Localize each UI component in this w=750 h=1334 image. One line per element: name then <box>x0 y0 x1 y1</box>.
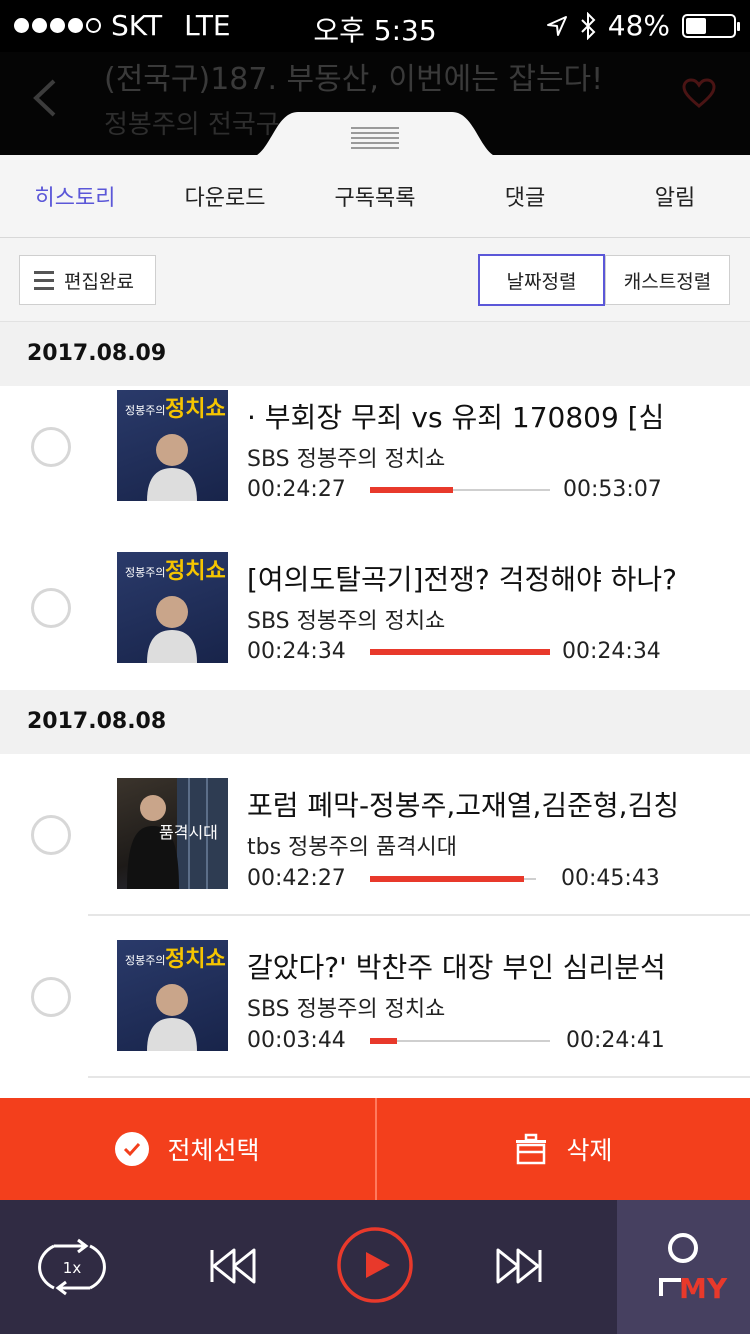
episode-thumbnail: 정봉주의 정치쇼 <box>117 552 228 663</box>
select-all-button[interactable]: 전체선택 <box>0 1098 375 1200</box>
location-icon <box>546 15 567 36</box>
episode-title: · 부회장 무죄 vs 유죄 170809 [심 <box>247 401 665 434</box>
show-name: SBS 정봉주의 정치쇼 <box>247 997 446 1022</box>
thumb-show: 품격시대 <box>159 823 218 842</box>
divider <box>88 1076 750 1078</box>
list-icon <box>34 270 54 290</box>
total-time: 00:45:43 <box>561 866 660 891</box>
progress-bar <box>370 487 550 493</box>
show-name: SBS 정봉주의 정치쇼 <box>247 447 446 472</box>
delete-button[interactable]: 삭제 <box>375 1098 750 1200</box>
status-right: 48% <box>546 9 740 42</box>
progress-bar <box>370 1038 550 1044</box>
episode-title: [여의도탈곡기]전쟁? 걱정해야 하나? <box>247 563 678 596</box>
list-item[interactable]: 정봉주의 정치쇼 갈았다?' 박찬주 대장 부인 심리분석 SBS 정봉주의 정… <box>0 916 750 1078</box>
tab-bar: 히스토리 다운로드 구독목록 댓글 알림 <box>0 160 750 238</box>
current-time: 00:03:44 <box>247 1028 346 1053</box>
date-header: 2017.08.08 <box>0 690 750 754</box>
bluetooth-icon <box>581 11 596 40</box>
mini-player: 1x MY <box>0 1200 750 1334</box>
current-time: 00:24:27 <box>247 477 346 502</box>
progress-bar <box>370 876 536 882</box>
select-radio[interactable] <box>31 427 71 467</box>
episode-thumbnail: 정봉주의 정치쇼 <box>117 940 228 1051</box>
date-header: 2017.08.09 <box>0 322 750 386</box>
heart-icon[interactable] <box>682 78 716 108</box>
thumb-host: 정봉주의 <box>125 954 165 967</box>
thumb-show: 정치쇼 <box>165 947 226 972</box>
list-toolbar: 편집완료 날짜정렬 캐스트정렬 <box>0 238 750 322</box>
episode-thumbnail: 정봉주의 정치쇼 <box>117 390 228 501</box>
select-radio[interactable] <box>31 815 71 855</box>
episode-title: 갈았다?' 박찬주 대장 부인 심리분석 <box>247 951 666 984</box>
tab-download[interactable]: 다운로드 <box>150 160 300 238</box>
my-page-button[interactable]: MY <box>617 1200 750 1334</box>
thumb-host: 정봉주의 <box>125 404 165 417</box>
profile-icon: MY <box>659 1233 728 1302</box>
drawer-handle-icon[interactable] <box>248 112 502 158</box>
thumb-show: 정치쇼 <box>165 559 226 584</box>
show-name: tbs 정봉주의 품격시대 <box>247 835 457 860</box>
current-time: 00:42:27 <box>247 866 346 891</box>
select-radio[interactable] <box>31 977 71 1017</box>
status-bar: SKT LTE 오후 5:35 48% <box>0 0 750 52</box>
back-icon[interactable] <box>30 78 60 118</box>
battery-icon <box>682 13 740 38</box>
my-label: MY <box>679 1272 728 1302</box>
next-icon[interactable] <box>494 1248 544 1284</box>
episode-title: 포럼 폐막-정봉주,고재열,김준형,김칭 <box>247 789 680 822</box>
edit-done-button[interactable]: 편집완료 <box>19 255 156 305</box>
select-all-label: 전체선택 <box>167 1136 260 1165</box>
delete-label: 삭제 <box>566 1136 613 1165</box>
tab-comments[interactable]: 댓글 <box>450 160 600 238</box>
thumb-show: 정치쇼 <box>165 397 226 422</box>
list-item[interactable]: 정봉주의 정치쇼 · 부회장 무죄 vs 유죄 170809 [심 SBS 정봉… <box>0 386 750 548</box>
trash-icon <box>516 1133 547 1165</box>
episode-title: (전국구)187. 부동산, 이번에는 잡는다! <box>104 62 604 97</box>
select-radio[interactable] <box>31 588 71 628</box>
battery-percent: 48% <box>607 9 670 42</box>
list-item[interactable]: 품격시대 포럼 폐막-정봉주,고재열,김준형,김칭 tbs 정봉주의 품격시대 … <box>0 754 750 916</box>
thumb-host: 정봉주의 <box>125 566 165 579</box>
edit-done-label: 편집완료 <box>64 270 134 293</box>
sort-by-date-button[interactable]: 날짜정렬 <box>478 254 605 306</box>
total-time: 00:24:41 <box>566 1028 665 1053</box>
total-time: 00:53:07 <box>563 477 662 502</box>
check-circle-icon <box>115 1132 150 1166</box>
episode-thumbnail: 품격시대 <box>117 778 228 889</box>
show-name: SBS 정봉주의 정치쇼 <box>247 609 446 634</box>
total-time: 00:24:34 <box>562 639 661 664</box>
previous-icon[interactable] <box>208 1248 258 1284</box>
speed-label: 1x <box>63 1259 82 1277</box>
sort-by-cast-button[interactable]: 캐스트정렬 <box>605 255 730 305</box>
play-button[interactable] <box>336 1226 414 1304</box>
edit-action-bar: 전체선택 삭제 <box>0 1098 750 1200</box>
tab-history[interactable]: 히스토리 <box>0 160 150 238</box>
current-time: 00:24:34 <box>247 639 346 664</box>
progress-bar <box>370 649 550 655</box>
tab-subscriptions[interactable]: 구독목록 <box>300 160 450 238</box>
list-item[interactable]: 정봉주의 정치쇼 [여의도탈곡기]전쟁? 걱정해야 하나? SBS 정봉주의 정… <box>0 526 750 688</box>
playback-speed-icon[interactable]: 1x <box>32 1236 112 1298</box>
tab-notifications[interactable]: 알림 <box>600 160 750 238</box>
